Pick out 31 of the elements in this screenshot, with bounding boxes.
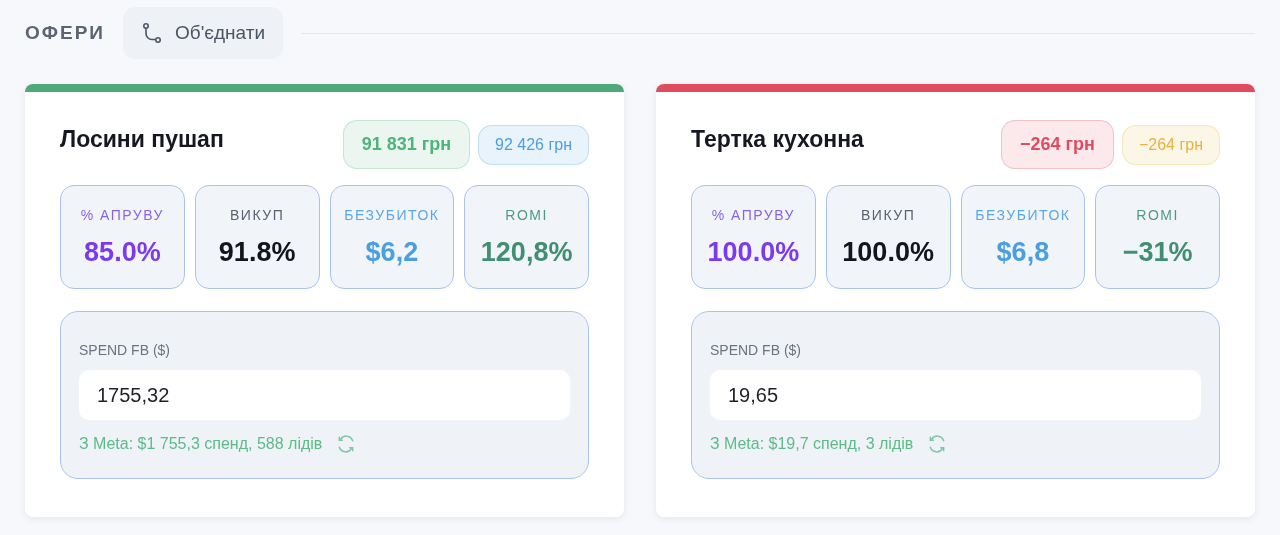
metric-value: 100.0% (842, 236, 934, 268)
spend-input[interactable]: 1755,32 (79, 370, 570, 420)
section-title: ОФЕРИ (25, 22, 105, 44)
metric-label: БЕЗУБИТОК (975, 206, 1071, 223)
metric-value: $6,8 (996, 236, 1050, 268)
field-label: SPEND FB ($) (710, 342, 802, 358)
metric-value: 91.8% (218, 236, 296, 268)
metric-value: $6,2 (365, 236, 419, 268)
metric-label: БЕЗУБИТОК (344, 206, 440, 223)
metric-value: 85.0% (84, 236, 161, 268)
metric-label: ВИКУП (230, 206, 285, 223)
branch-icon (141, 22, 163, 44)
amount-badge: 91 831 грн (342, 120, 471, 169)
metric-label: ROMI (1136, 206, 1179, 223)
offer-name: Тертка кухонна (691, 126, 864, 153)
field-label: SPEND FB ($) (79, 342, 171, 358)
metric-label: ВИКУП (861, 206, 916, 223)
meta-summary: З Meta: $19,7 спенд, 3 лідів (710, 435, 914, 453)
amount-badge: −264 грн (1121, 124, 1220, 165)
metric-value: 100.0% (707, 236, 800, 268)
offer-name: Лосини пушап (60, 126, 224, 153)
amount-badge: −264 грн (1001, 120, 1114, 169)
metric-value: 120,8% (480, 236, 573, 268)
spend-input[interactable]: 19,65 (710, 370, 1201, 420)
merge-button[interactable]: Об'єднати (123, 7, 284, 59)
amount-badge: 92 426 грн (478, 124, 589, 165)
metric-label: % АПРУВУ (80, 206, 164, 223)
metric-value: −31% (1122, 236, 1193, 268)
meta-summary: З Meta: $1 755,3 спенд, 588 лідів (79, 435, 323, 453)
metric-label: % АПРУВУ (711, 206, 795, 223)
metric-label: ROMI (505, 206, 548, 223)
